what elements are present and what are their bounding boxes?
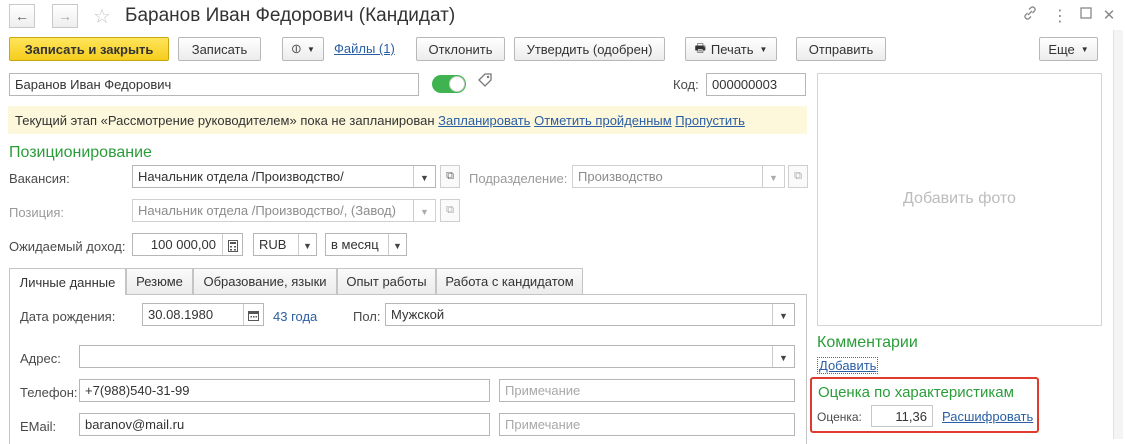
calculator-icon[interactable] [222, 234, 242, 255]
tab-personal-data[interactable]: Личные данные [9, 268, 126, 295]
email-label: EMail: [20, 419, 57, 434]
chevron-down-icon[interactable]: ▼ [762, 166, 784, 187]
paperclip-icon: ⊘ [287, 39, 306, 58]
email-note-input[interactable]: Примечание [499, 413, 795, 436]
department-label: Подразделение: [469, 171, 568, 186]
position-select[interactable]: Начальник отдела /Производство/, (Завод)… [132, 199, 436, 222]
more-vert-icon[interactable]: ⋮ [1050, 6, 1070, 26]
maximize-icon[interactable] [1076, 6, 1096, 22]
currency-select[interactable]: RUB ▼ [253, 233, 317, 256]
print-button-label: Печать [710, 41, 754, 57]
more-button-label: Еще [1048, 41, 1075, 57]
scrollbar[interactable] [1113, 30, 1123, 439]
email-input[interactable]: baranov@mail.ru [79, 413, 490, 436]
active-toggle[interactable] [432, 75, 466, 93]
comments-section-title: Комментарии [817, 334, 918, 351]
rating-section-title: Оценка по характеристикам [818, 384, 1014, 401]
back-button[interactable]: ← [9, 4, 35, 28]
approve-button[interactable]: Утвердить (одобрен) [514, 37, 665, 61]
add-comment-link[interactable]: Добавить [817, 357, 879, 374]
chevron-down-icon[interactable]: ▼ [772, 304, 794, 325]
department-value: Производство [578, 169, 663, 184]
chevron-down-icon: ▼ [1080, 44, 1089, 54]
income-value: 100 000,00 [150, 237, 216, 252]
stage-notice: Текущий этап «Рассмотрение руководителем… [8, 106, 807, 134]
chevron-down-icon[interactable]: ▼ [388, 234, 406, 255]
birth-date-label: Дата рождения: [20, 309, 116, 324]
chevron-down-icon: ▼ [759, 44, 768, 54]
address-label: Адрес: [20, 351, 61, 366]
send-button[interactable]: Отправить [796, 37, 886, 61]
tab-work-experience[interactable]: Опыт работы [337, 268, 436, 294]
position-value: Начальник отдела /Производство/, (Завод) [138, 203, 396, 218]
birth-date-input[interactable]: 30.08.1980 [142, 303, 264, 326]
phone-note-input[interactable]: Примечание [499, 379, 795, 402]
open-vacancy-button[interactable]: ⧉ [440, 165, 460, 188]
birth-date-value: 30.08.1980 [148, 307, 214, 322]
vacancy-value: Начальник отдела /Производство/ [138, 169, 344, 184]
vacancy-select[interactable]: Начальник отдела /Производство/ ▼ [132, 165, 436, 188]
stage-notice-text: Текущий этап «Рассмотрение руководителем… [15, 113, 435, 128]
gender-select[interactable]: Мужской ▼ [385, 303, 795, 326]
chevron-down-icon: ▼ [306, 44, 315, 54]
close-icon[interactable]: ✕ [1099, 6, 1119, 24]
save-and-close-button[interactable]: Записать и закрыть [9, 37, 169, 61]
more-button[interactable]: Еще ▼ [1039, 37, 1098, 61]
page-title: Баранов Иван Федорович (Кандидат) [125, 5, 456, 26]
chevron-down-icon[interactable]: ▼ [413, 166, 435, 187]
link-icon[interactable] [1020, 6, 1040, 23]
vacancy-label: Вакансия: [9, 171, 70, 186]
reject-button[interactable]: Отклонить [416, 37, 505, 61]
decode-rating-link[interactable]: Расшифровать [942, 409, 1033, 424]
candidate-name-input[interactable]: Баранов Иван Федорович [9, 73, 419, 96]
arrow-left-icon: ← [15, 8, 29, 24]
chevron-down-icon[interactable]: ▼ [298, 234, 316, 255]
forward-button[interactable]: → [52, 4, 78, 28]
mark-done-link[interactable]: Отметить пройденным [534, 113, 672, 128]
open-department-button[interactable]: ⧉ [788, 165, 808, 188]
gender-value: Мужской [391, 307, 445, 322]
favorite-star-icon[interactable]: ☆ [93, 4, 111, 29]
position-label: Позиция: [9, 205, 65, 220]
chevron-down-icon[interactable]: ▼ [772, 346, 794, 367]
income-label: Ожидаемый доход: [9, 239, 126, 254]
tag-icon[interactable] [477, 72, 493, 92]
calendar-icon[interactable] [243, 304, 263, 325]
tab-resume[interactable]: Резюме [126, 268, 193, 294]
income-input[interactable]: 100 000,00 [132, 233, 243, 256]
phone-input[interactable]: +7(988)540-31-99 [79, 379, 490, 402]
chevron-down-icon[interactable]: ▼ [413, 200, 435, 221]
positioning-section-title: Позиционирование [9, 144, 152, 161]
tab-candidate-work[interactable]: Работа с кандидатом [436, 268, 583, 294]
score-label: Оценка: [817, 410, 862, 424]
printer-icon: 🖶 [694, 40, 706, 55]
skip-stage-link[interactable]: Пропустить [675, 113, 745, 128]
files-link[interactable]: Файлы (1) [334, 41, 395, 56]
open-position-button[interactable]: ⧉ [440, 199, 460, 222]
gender-label: Пол: [353, 309, 381, 324]
department-select[interactable]: Производство ▼ [572, 165, 785, 188]
print-button[interactable]: 🖶 Печать ▼ [685, 37, 777, 61]
save-button[interactable]: Записать [178, 37, 261, 61]
arrow-right-icon: → [58, 8, 72, 24]
address-select[interactable]: ▼ [79, 345, 795, 368]
add-photo-placeholder: Добавить фото [903, 190, 1016, 207]
code-label: Код: [673, 77, 699, 92]
currency-value: RUB [259, 237, 287, 252]
score-value: 11,36 [871, 405, 933, 427]
photo-area[interactable]: Добавить фото [817, 73, 1102, 326]
attach-button[interactable]: ⊘ ▼ [282, 37, 324, 61]
age-link[interactable]: 43 года [273, 309, 317, 324]
phone-label: Телефон: [20, 385, 78, 400]
active-tab-gap [10, 293, 125, 295]
tab-education-languages[interactable]: Образование, языки [193, 268, 337, 294]
rating-highlight-box: Оценка по характеристикам Оценка: 11,36 … [810, 377, 1039, 433]
period-select[interactable]: в месяц ▼ [325, 233, 407, 256]
plan-stage-link[interactable]: Запланировать [438, 113, 530, 128]
code-input[interactable]: 000000003 [706, 73, 806, 96]
period-value: в месяц [331, 237, 379, 252]
